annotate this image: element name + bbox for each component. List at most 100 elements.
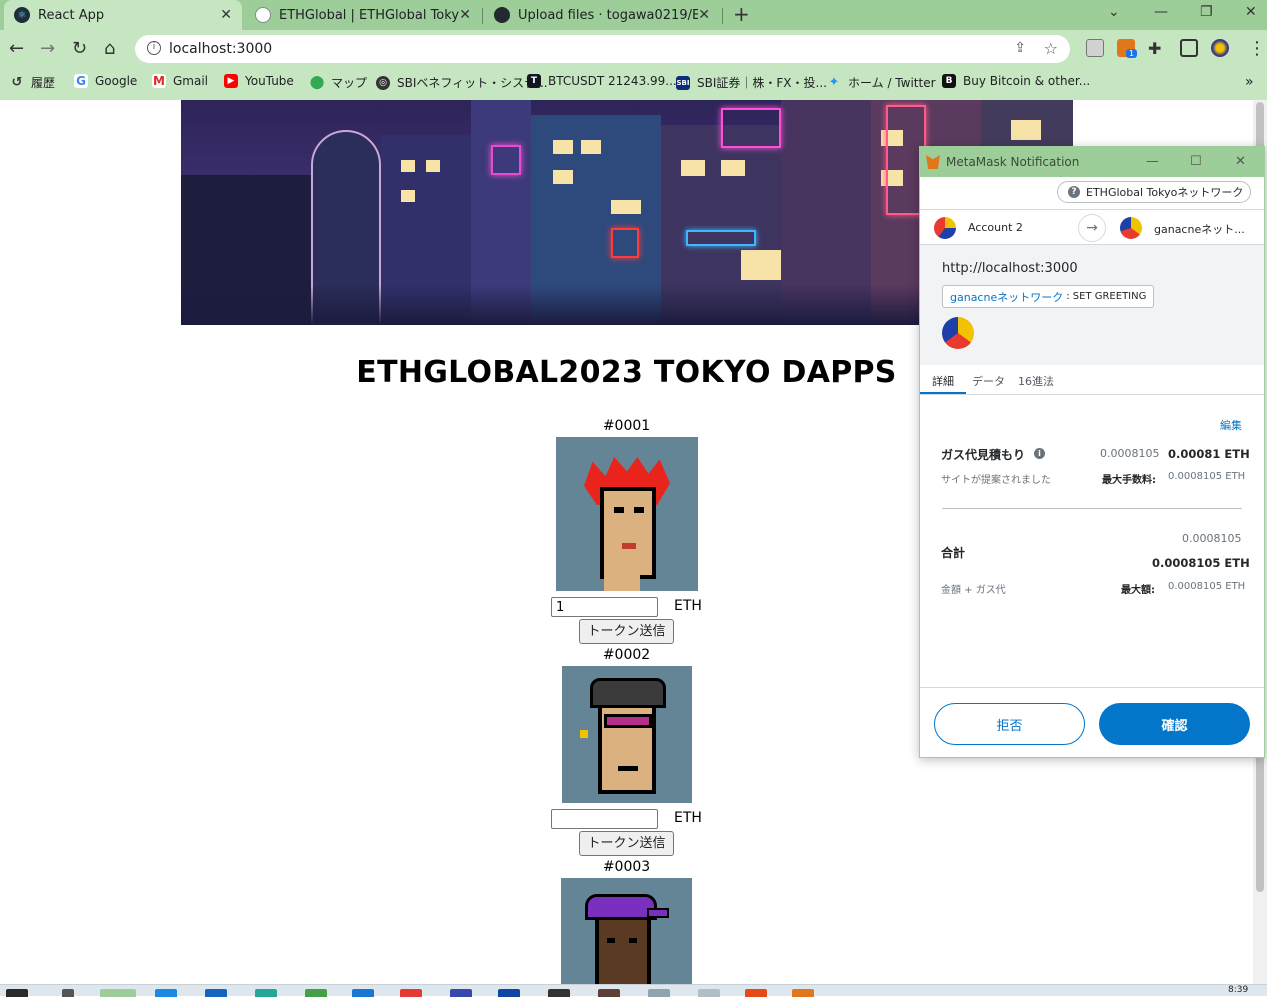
tab-divider (482, 8, 483, 24)
total-value-primary: 0.0008105 ETH (1152, 556, 1250, 570)
twitter-bird-icon: ✦ (828, 75, 840, 90)
bookmark-star-icon[interactable]: ☆ (1044, 39, 1058, 58)
gas-value-secondary: 0.0008105 (1100, 447, 1160, 460)
close-tab-icon[interactable]: ✕ (220, 7, 232, 23)
youtube-icon: ▶ (224, 74, 238, 88)
tab-data[interactable]: データ (972, 373, 1005, 389)
to-account-avatar (1120, 217, 1142, 239)
max-fee-value: 0.0008105 ETH (1168, 471, 1246, 482)
account-transfer-row: Account 2 → ganacneネット... (920, 209, 1264, 245)
close-tab-icon[interactable]: ✕ (459, 7, 471, 23)
tab-divider (722, 8, 723, 24)
extensions-puzzle-icon[interactable]: ✚ (1148, 39, 1161, 59)
side-panel-icon[interactable] (1180, 39, 1198, 57)
from-account-name[interactable]: Account 2 (968, 221, 1023, 234)
section-divider (942, 508, 1242, 509)
more-bookmarks-chevron-icon[interactable]: » (1245, 74, 1254, 90)
close-tab-icon[interactable]: ✕ (698, 7, 710, 23)
share-icon[interactable]: ⇪ (1014, 40, 1026, 56)
contract-avatar (942, 317, 974, 349)
origin-url: http://localhost:3000 (942, 261, 1078, 276)
total-label: 合計 (941, 546, 966, 560)
eth-amount-input[interactable] (551, 597, 658, 617)
cryptopunk-cap-glasses-image (562, 666, 692, 803)
google-icon: G (74, 74, 88, 88)
bookmark-youtube[interactable]: ▶ YouTube (224, 74, 294, 88)
metamask-footer: 拒否 確認 (920, 687, 1264, 757)
bookmarks-bar: ↺ 履歴 G Google M Gmail ▶ YouTube ⬤ マップ ◎ SBIベネフ… (0, 68, 1267, 100)
close-window-icon[interactable]: ✕ (1245, 4, 1257, 20)
maximize-icon[interactable]: ☐ (1190, 154, 1202, 169)
tab-search-chevron-icon[interactable]: ⌄ (1108, 4, 1120, 20)
gas-value-primary: 0.00081 ETH (1168, 447, 1250, 461)
max-amount-label: 最大額: (1121, 585, 1155, 596)
tab-react-app[interactable]: ⚛ React App ✕ (4, 0, 242, 30)
browser-toolbar: ← → ↻ ⌂ i localhost:3000 ⇪ ☆ 1 ✚ ⋮ (0, 30, 1267, 68)
send-token-button[interactable]: トークン送信 (579, 831, 674, 856)
network-question-icon: ? (1068, 186, 1080, 198)
metamask-extension-icon[interactable]: 1 (1117, 39, 1138, 58)
gas-estimate-label: ガス代見積もり (941, 448, 1026, 462)
globe-icon: ◎ (376, 75, 390, 90)
taskbar-clock: 8:39 (1228, 985, 1249, 995)
bookmark-buy-bitcoin[interactable]: B Buy Bitcoin & other... (942, 74, 1090, 88)
cryptopunk-purple-cap-image (561, 878, 692, 984)
reject-button[interactable]: 拒否 (934, 703, 1085, 745)
cryptopunk-red-hair-image (556, 437, 698, 591)
max-amount-value: 0.0008105 ETH (1168, 581, 1246, 592)
tradingview-icon: T (527, 74, 541, 88)
new-tab-button[interactable]: + (733, 2, 750, 26)
eth-unit-label: ETH (674, 810, 702, 826)
tab-github-upload[interactable]: Upload files · togawa0219/ETHGl ✕ (484, 0, 720, 30)
menu-kebab-icon[interactable]: ⋮ (1248, 39, 1266, 59)
close-icon[interactable]: ✕ (1235, 154, 1246, 169)
restore-icon[interactable]: ❐ (1200, 4, 1213, 20)
metamask-notification-window: MetaMask Notification — ☐ ✕ ? ETHGlobal … (919, 146, 1265, 758)
amount-plus-gas-label: 金額 + ガス代 (941, 585, 1006, 596)
to-account-name[interactable]: ganacneネット... (1154, 221, 1245, 237)
metamask-titlebar: MetaMask Notification — ☐ ✕ (920, 147, 1264, 177)
arrow-right-icon: → (1078, 214, 1106, 242)
info-icon[interactable]: i (147, 41, 161, 55)
github-icon (494, 7, 510, 23)
send-token-button[interactable]: トークン送信 (579, 619, 674, 644)
bookmark-maps[interactable]: ⬤ マップ (310, 74, 367, 91)
gas-suggested-label: サイトが提案されました (941, 475, 1051, 486)
from-account-avatar (934, 217, 956, 239)
url-text: localhost:3000 (169, 41, 273, 57)
bookmark-gmail[interactable]: M Gmail (152, 74, 208, 88)
transaction-origin-section: http://localhost:3000 ganacneネットワーク : SE… (920, 245, 1264, 365)
edit-gas-link[interactable]: 編集 (1220, 417, 1242, 433)
forward-icon[interactable]: → (40, 39, 55, 59)
network-selector[interactable]: ? ETHGlobal Tokyoネットワーク (1057, 181, 1251, 203)
bookmark-google[interactable]: G Google (74, 74, 137, 88)
tab-details[interactable]: 詳細 (932, 373, 954, 389)
reload-icon[interactable]: ↻ (72, 39, 87, 59)
metamask-fox-icon (926, 155, 940, 169)
gas-info-icon[interactable]: i (1034, 448, 1045, 459)
bookmark-twitter[interactable]: ✦ ホーム / Twitter (827, 74, 936, 91)
eth-amount-input[interactable] (551, 809, 658, 829)
tab-ethglobal[interactable]: ETHGlobal | ETHGlobal Tokyo ✕ (245, 0, 481, 30)
home-icon[interactable]: ⌂ (104, 39, 115, 59)
windows-taskbar: 8:39 (0, 984, 1267, 997)
cast-icon[interactable] (1086, 39, 1104, 57)
bookmark-sbi-benefit[interactable]: ◎ SBIベネフィット・システ... (376, 74, 548, 91)
tab-hex[interactable]: 16進法 (1018, 373, 1054, 389)
profile-avatar[interactable] (1211, 39, 1229, 57)
method-name: : SET GREETING (1066, 291, 1147, 302)
extension-badge: 1 (1126, 49, 1138, 58)
bookmark-history[interactable]: ↺ 履歴 (10, 74, 55, 91)
minimize-icon[interactable]: — (1154, 4, 1168, 20)
react-icon: ⚛ (14, 7, 30, 23)
bitcoin-site-icon: B (942, 74, 956, 88)
minimize-icon[interactable]: — (1146, 154, 1159, 169)
network-name: ETHGlobal Tokyoネットワーク (1086, 186, 1244, 199)
method-network-link[interactable]: ganacneネットワーク (950, 289, 1063, 305)
bookmark-sbi-securities[interactable]: SBI SBI証券｜株・FX・投... (676, 74, 827, 91)
confirm-button[interactable]: 確認 (1099, 703, 1250, 745)
address-bar[interactable]: i localhost:3000 ⇪ ☆ (135, 35, 1070, 63)
nft-id-label: #0003 (602, 859, 651, 875)
bookmark-tradingview[interactable]: T BTCUSDT 21243.99... (527, 74, 677, 88)
back-icon[interactable]: ← (9, 39, 24, 59)
